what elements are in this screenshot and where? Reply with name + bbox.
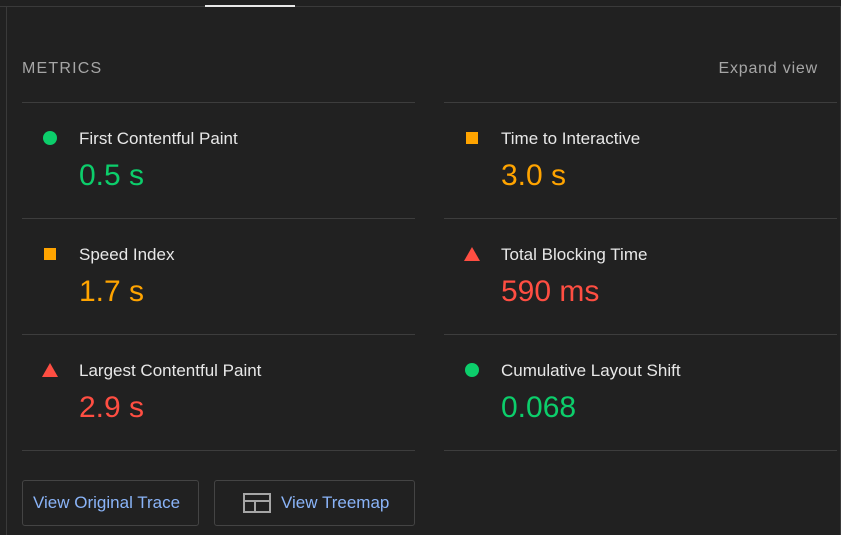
metrics-row: Speed Index 1.7 s Total Blocking Time 59… (22, 218, 837, 334)
expand-view-toggle[interactable]: Expand view (718, 60, 818, 78)
average-square-icon (465, 131, 479, 145)
metric-time-to-interactive: Time to Interactive 3.0 s (444, 102, 837, 218)
report-actions: View Original Trace View Treemap (22, 480, 415, 526)
pass-circle-icon (465, 363, 479, 377)
metric-title: Cumulative Layout Shift (501, 361, 681, 380)
metric-title: Time to Interactive (501, 129, 641, 148)
metric-largest-contentful-paint: Largest Contentful Paint 2.9 s (22, 334, 415, 450)
metrics-row: First Contentful Paint 0.5 s Time to Int… (22, 102, 837, 218)
pass-circle-icon (43, 131, 57, 145)
fail-triangle-icon (42, 363, 58, 377)
panel-top-border (0, 6, 841, 7)
metric-value: 3.0 s (501, 159, 567, 192)
metrics-row: Largest Contentful Paint 2.9 s Cumulativ… (22, 334, 837, 450)
metrics-grid: First Contentful Paint 0.5 s Time to Int… (22, 102, 837, 451)
metric-value: 2.9 s (79, 391, 145, 424)
view-treemap-label: View Treemap (281, 493, 390, 512)
metric-speed-index: Speed Index 1.7 s (22, 218, 415, 334)
view-treemap-button[interactable]: View Treemap (214, 480, 415, 526)
fail-triangle-icon (464, 247, 480, 261)
metric-title: Total Blocking Time (501, 245, 648, 264)
panel-left-border (6, 6, 7, 535)
active-tab-indicator (205, 5, 295, 7)
metric-first-contentful-paint: First Contentful Paint 0.5 s (22, 102, 415, 218)
metric-value: 0.5 s (79, 159, 145, 192)
treemap-icon (243, 493, 271, 513)
metric-title: Speed Index (79, 245, 175, 264)
lighthouse-report-panel: METRICS Expand view First Contentful Pai… (0, 0, 841, 535)
metric-title: Largest Contentful Paint (79, 361, 262, 380)
metric-value: 590 ms (501, 275, 600, 308)
average-square-icon (43, 247, 57, 261)
metric-total-blocking-time: Total Blocking Time 590 ms (444, 218, 837, 334)
view-original-trace-label: View Original Trace (33, 493, 181, 512)
metric-title: First Contentful Paint (79, 129, 238, 148)
metric-value: 0.068 (501, 391, 577, 424)
metric-cumulative-layout-shift: Cumulative Layout Shift 0.068 (444, 334, 837, 450)
metrics-heading: METRICS (22, 60, 103, 77)
metric-value: 1.7 s (79, 275, 145, 308)
view-original-trace-button[interactable]: View Original Trace (22, 480, 199, 526)
metrics-grid-bottom-border (22, 450, 837, 451)
